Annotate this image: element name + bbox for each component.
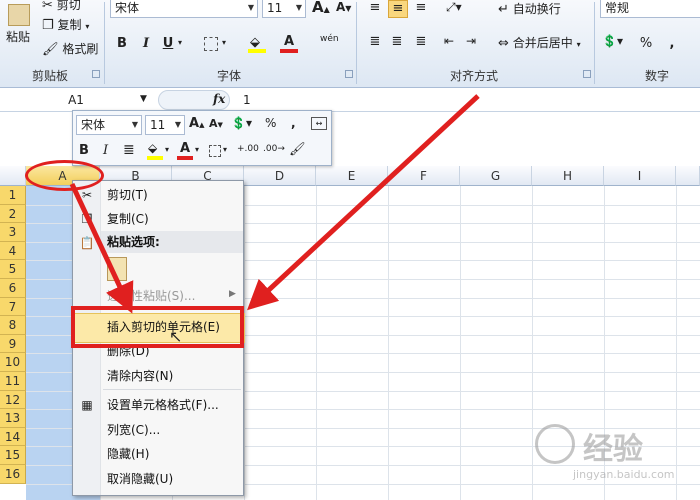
watermark-logo-icon (535, 424, 575, 464)
arrow-from-column-a (69, 182, 134, 314)
watermark-text: 经验 (583, 432, 643, 467)
watermark: 经验 jingyan.baidu.com (535, 422, 695, 492)
watermark-site: jingyan.baidu.com (573, 468, 675, 481)
arrow-from-top-right (247, 94, 480, 311)
